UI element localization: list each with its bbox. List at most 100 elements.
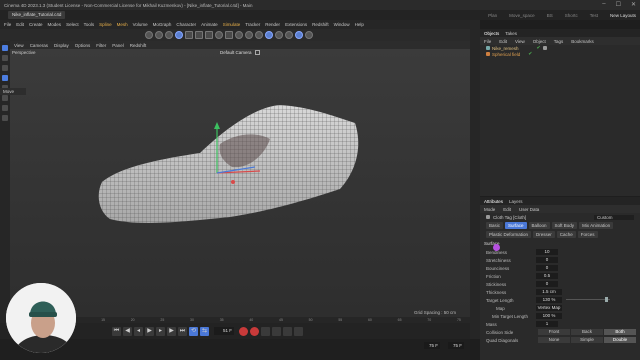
stretchiness-field[interactable]: 0	[536, 257, 558, 263]
new-layouts-button[interactable]: New Layouts	[610, 13, 636, 18]
viewport-menu-panel[interactable]: Panel	[112, 43, 124, 48]
subtab-forces[interactable]: Forces	[577, 231, 598, 238]
sneaker-mesh[interactable]	[10, 49, 470, 317]
objects-menu-file[interactable]: File	[484, 39, 491, 44]
current-frame-field[interactable]: 51 F	[214, 327, 234, 335]
collision-back-button[interactable]: Back	[571, 329, 603, 335]
target-length-field[interactable]: 130 %	[536, 297, 562, 303]
tab-attributes[interactable]: Attributes	[484, 199, 503, 204]
light-icon[interactable]	[305, 31, 313, 39]
cube-icon[interactable]	[235, 31, 243, 39]
go-to-start-icon[interactable]: ⏮	[112, 326, 121, 336]
minimize-button[interactable]: –	[602, 1, 605, 8]
autokey-icon[interactable]	[250, 326, 259, 336]
points-mode-icon[interactable]	[2, 55, 8, 61]
menu-file[interactable]: File	[4, 22, 11, 27]
scale-key-icon[interactable]	[294, 326, 303, 336]
end-frame-field[interactable]: 75 F	[424, 342, 440, 349]
deformer-icon[interactable]	[275, 31, 283, 39]
preview-range-icon[interactable]: ⇆	[200, 326, 209, 336]
subtab-plastic-deformation[interactable]: Plastic Deformation	[486, 231, 532, 238]
vertex-map-field[interactable]: Vertex Map	[536, 305, 562, 311]
menu-render[interactable]: Render	[265, 22, 280, 27]
axis-mode-icon[interactable]	[2, 95, 8, 101]
tab-objects[interactable]: Objects	[484, 31, 499, 36]
tab-takes[interactable]: Takes	[505, 31, 517, 36]
field-icon[interactable]	[285, 31, 293, 39]
menu-help[interactable]: Help	[355, 22, 364, 27]
go-to-end-icon[interactable]: ⏭	[178, 326, 187, 336]
polygons-mode-icon[interactable]	[2, 75, 8, 81]
move-tool-icon[interactable]	[165, 31, 173, 39]
viewport-menu-view[interactable]: View	[14, 43, 24, 48]
objects-menu-view[interactable]: View	[515, 39, 525, 44]
objects-menu-tags[interactable]: Tags	[554, 39, 564, 44]
next-frame-icon[interactable]: ▸	[156, 326, 165, 336]
next-key-icon[interactable]: ▶	[167, 326, 176, 336]
menu-tracker[interactable]: Tracker	[245, 22, 260, 27]
diag-simple-button[interactable]: Simple	[571, 337, 603, 343]
viewport-menu-redshift[interactable]: Redshift	[130, 43, 147, 48]
stickiness-field[interactable]: 0	[536, 281, 558, 287]
subtab-balloon[interactable]: Balloon	[528, 222, 550, 229]
render-view-icon[interactable]	[215, 31, 223, 39]
viewport-menu-cameras[interactable]: Cameras	[30, 43, 48, 48]
max-frame-field[interactable]: 75 F	[448, 342, 464, 349]
layout-shortc[interactable]: Shortc	[565, 13, 578, 18]
camera-icon[interactable]	[295, 31, 303, 39]
maximize-button[interactable]: ☐	[616, 1, 621, 8]
mode-select[interactable]: Custom	[594, 214, 634, 220]
subtab-soft-body[interactable]: Soft Body	[551, 222, 578, 229]
menu-spline[interactable]: Spline	[99, 22, 112, 27]
undo-icon[interactable]	[145, 31, 153, 39]
play-icon[interactable]: ▶	[145, 326, 154, 336]
attributes-menu-user-data[interactable]: User Data	[519, 207, 539, 212]
redo-icon[interactable]	[155, 31, 163, 39]
thickness-field[interactable]: 1.5 cm	[536, 289, 562, 295]
layout-plan[interactable]: Plan	[488, 13, 497, 18]
workplane-icon[interactable]	[2, 115, 8, 121]
document-tab[interactable]: Nike_inflate_Tutorial.c4d	[8, 11, 66, 19]
scale-tool-icon[interactable]	[185, 31, 193, 39]
objects-menu-edit[interactable]: Edit	[499, 39, 507, 44]
visibility-check-icon[interactable]: ✔	[528, 51, 532, 57]
render-settings-icon[interactable]	[225, 31, 233, 39]
menu-mesh[interactable]: Mesh	[117, 22, 128, 27]
diag-double-button[interactable]: Double	[604, 337, 636, 343]
diag-none-button[interactable]: None	[538, 337, 570, 343]
mass-field[interactable]: 1	[536, 321, 558, 327]
attributes-menu-mode[interactable]: Mode	[484, 207, 495, 212]
layout-move-space[interactable]: Move_space	[509, 13, 535, 18]
previous-key-icon[interactable]: ◀	[123, 326, 132, 336]
visibility-check-icon[interactable]: ✔	[537, 45, 541, 51]
menu-volume[interactable]: Volume	[133, 22, 148, 27]
position-key-icon[interactable]	[272, 326, 281, 336]
subtab-basic[interactable]: Basic	[486, 222, 504, 229]
loop-icon[interactable]: ⟲	[189, 326, 198, 336]
rotation-key-icon[interactable]	[283, 326, 292, 336]
list-item[interactable]: Spherical field ✔	[480, 51, 640, 57]
friction-field[interactable]: 0.5	[536, 273, 558, 279]
menu-modes[interactable]: Modes	[48, 22, 62, 27]
tab-layers[interactable]: Layers	[509, 199, 523, 204]
menu-animate[interactable]: Animate	[201, 22, 218, 27]
menu-select[interactable]: Select	[66, 22, 79, 27]
3d-viewport[interactable]: Perspective Default Camera Grid Spacing …	[10, 49, 470, 317]
pen-icon[interactable]	[245, 31, 253, 39]
layout-test[interactable]: Test	[590, 13, 598, 18]
collision-both-button[interactable]: Both	[604, 329, 636, 335]
slider-handle[interactable]	[604, 297, 608, 302]
collision-front-button[interactable]: Front	[538, 329, 570, 335]
select-tool-icon[interactable]	[175, 31, 183, 39]
make-editable-icon[interactable]	[2, 45, 8, 51]
menu-character[interactable]: Character	[176, 22, 196, 27]
edges-mode-icon[interactable]	[2, 65, 8, 71]
cloner-icon[interactable]	[265, 31, 273, 39]
viewport-menu-filter[interactable]: Filter	[96, 43, 106, 48]
menu-redshift[interactable]: Redshift	[312, 22, 329, 27]
move-tool-panel[interactable]: Move	[0, 88, 26, 95]
objects-menu-object[interactable]: Object	[533, 39, 546, 44]
attributes-menu-edit[interactable]: Edit	[503, 207, 511, 212]
snap-icon[interactable]	[2, 105, 8, 111]
keyframe-selection-icon[interactable]	[261, 326, 270, 336]
